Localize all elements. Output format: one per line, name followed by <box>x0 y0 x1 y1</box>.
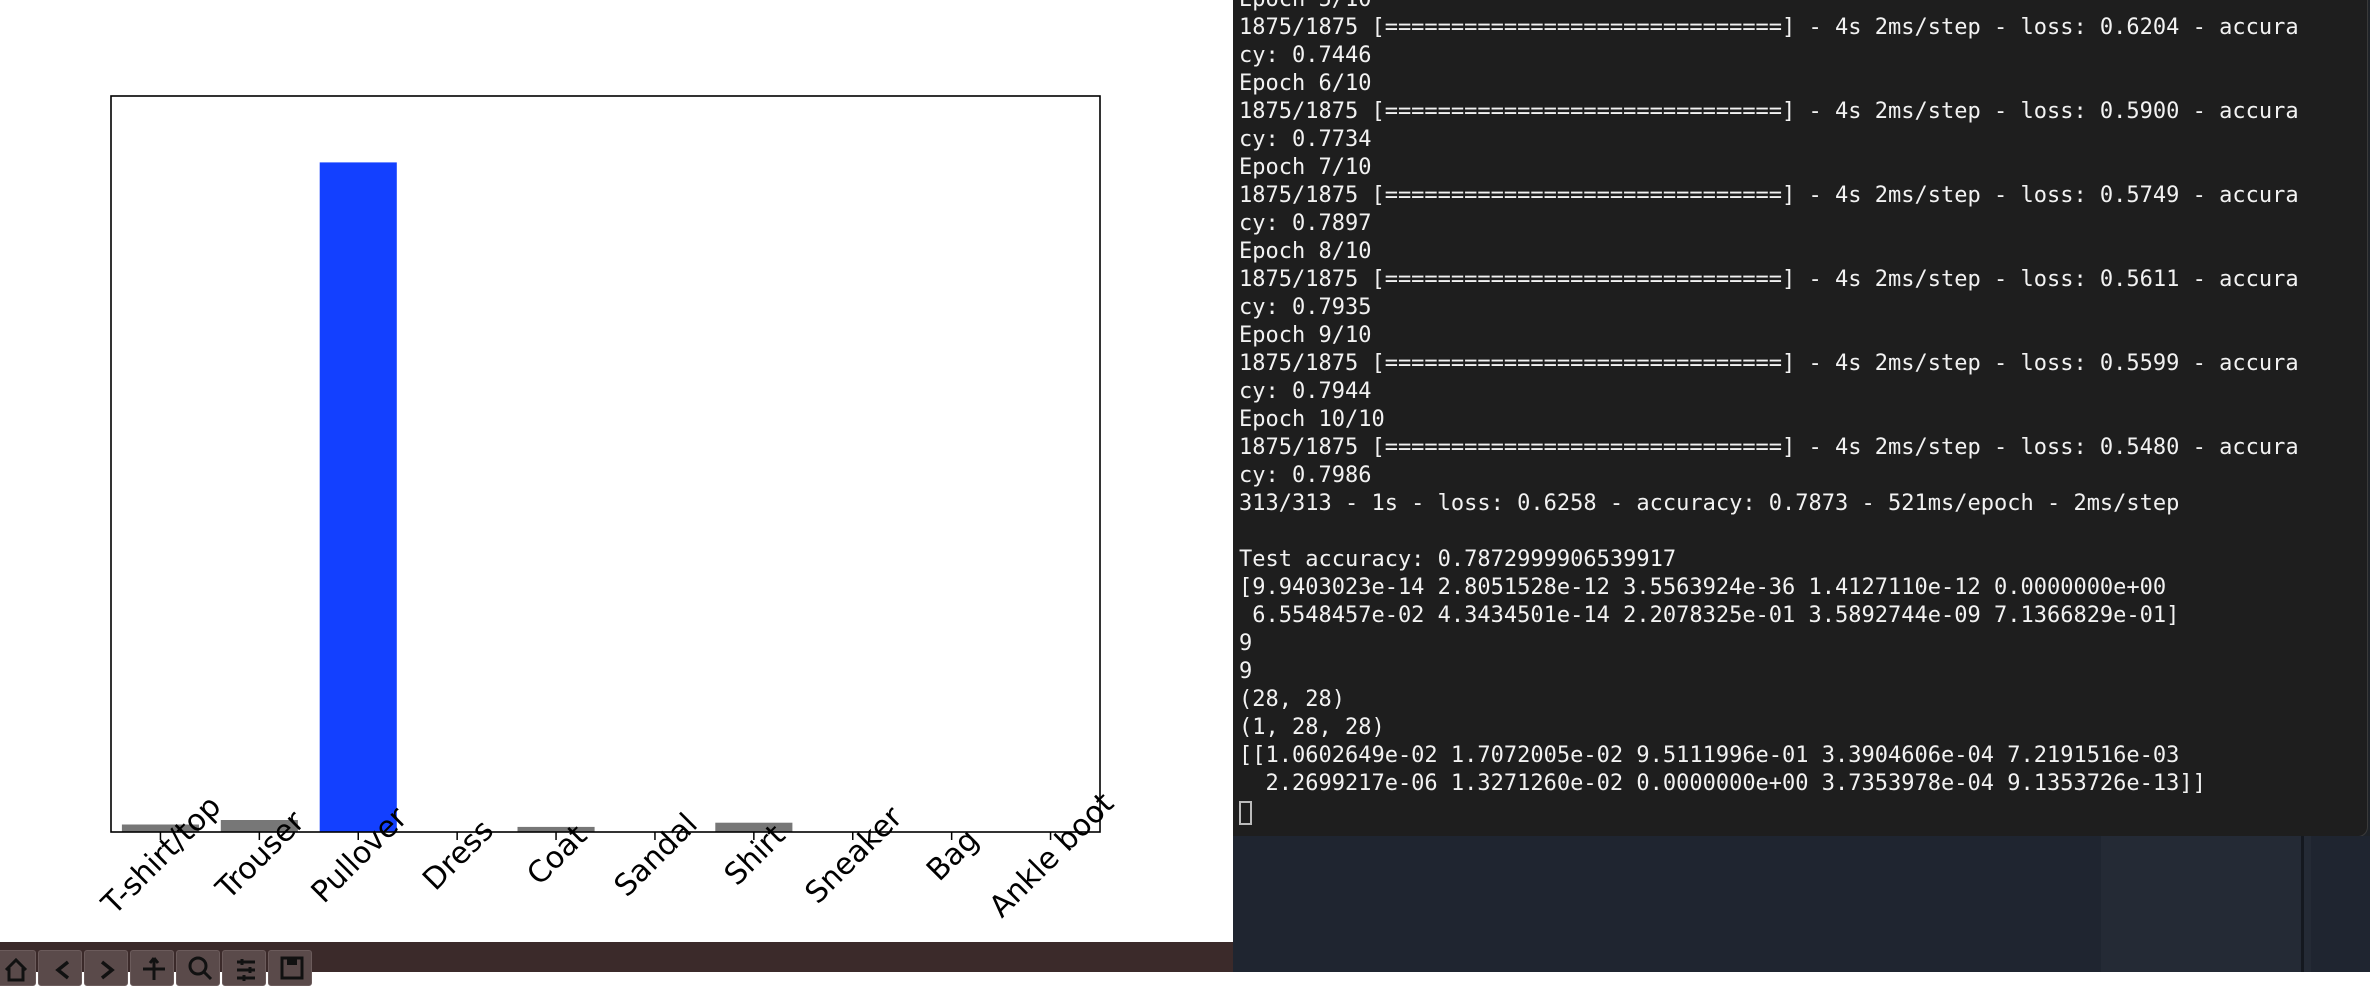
save-button[interactable] <box>268 950 312 986</box>
terminal-line: Epoch 7/10 <box>1239 154 2299 182</box>
terminal-line: cy: 0.7734 <box>1239 126 2299 154</box>
terminal-line: [9.9403023e-14 2.8051528e-12 3.5563924e-… <box>1239 574 2299 602</box>
terminal-line: [[1.0602649e-02 1.7072005e-02 9.5111996e… <box>1239 742 2299 770</box>
terminal-line <box>1239 518 2299 546</box>
configure-icon <box>232 954 260 982</box>
terminal-line: 1875/1875 [=============================… <box>1239 350 2299 378</box>
terminal-line: cy: 0.7986 <box>1239 462 2299 490</box>
terminal-line: 1875/1875 [=============================… <box>1239 98 2299 126</box>
terminal-line: cy: 0.7446 <box>1239 42 2299 70</box>
save-icon <box>278 954 306 982</box>
configure-button[interactable] <box>222 950 266 986</box>
back-arrow-button[interactable] <box>38 950 82 986</box>
terminal-line: (1, 28, 28) <box>1239 714 2299 742</box>
terminal-line: Epoch 9/10 <box>1239 322 2299 350</box>
terminal-line: cy: 0.7944 <box>1239 378 2299 406</box>
terminal-line: Test accuracy: 0.7872999906539917 <box>1239 546 2299 574</box>
zoom-button[interactable] <box>176 950 220 986</box>
back-arrow-icon <box>48 954 76 982</box>
background-window <box>2101 836 2311 972</box>
terminal-line: 9 <box>1239 658 2299 686</box>
terminal-area: Epoch 5/101875/1875 [===================… <box>1233 0 2370 972</box>
window-divider <box>2301 836 2304 972</box>
plot-area <box>111 96 1100 832</box>
terminal-line: Epoch 8/10 <box>1239 238 2299 266</box>
terminal-line: Epoch 5/10 <box>1239 0 2299 14</box>
terminal-line: 9 <box>1239 630 2299 658</box>
terminal-line: cy: 0.7935 <box>1239 294 2299 322</box>
home-icon <box>2 954 30 982</box>
home-button[interactable] <box>0 950 36 986</box>
terminal-line: 2.2699217e-06 1.3271260e-02 0.0000000e+0… <box>1239 770 2299 798</box>
terminal-line: 1875/1875 [=============================… <box>1239 266 2299 294</box>
terminal-window[interactable]: Epoch 5/101875/1875 [===================… <box>1233 0 2368 837</box>
terminal-line: (28, 28) <box>1239 686 2299 714</box>
terminal-line: cy: 0.7897 <box>1239 210 2299 238</box>
bar-chart: T-shirt/topTrouserPulloverDressCoatSanda… <box>0 0 1233 942</box>
terminal-line: 6.5548457e-02 4.3434501e-14 2.2078325e-0… <box>1239 602 2299 630</box>
terminal-line: 1875/1875 [=============================… <box>1239 434 2299 462</box>
terminal-line: Epoch 6/10 <box>1239 70 2299 98</box>
pan-button[interactable] <box>130 950 174 986</box>
terminal-line: 1875/1875 [=============================… <box>1239 182 2299 210</box>
terminal-prompt-line <box>1239 798 2299 826</box>
terminal-line: Epoch 10/10 <box>1239 406 2299 434</box>
terminal-line: 1875/1875 [=============================… <box>1239 14 2299 42</box>
figure-toolbar <box>0 942 1233 972</box>
forward-arrow-button[interactable] <box>84 950 128 986</box>
bar-2 <box>320 162 397 832</box>
terminal-line: 313/313 - 1s - loss: 0.6258 - accuracy: … <box>1239 490 2299 518</box>
terminal-cursor <box>1239 801 1252 825</box>
zoom-icon <box>186 954 214 982</box>
pan-icon <box>140 954 168 982</box>
matplotlib-figure: T-shirt/topTrouserPulloverDressCoatSanda… <box>0 0 1233 942</box>
forward-arrow-icon <box>94 954 122 982</box>
terminal-output: Epoch 5/101875/1875 [===================… <box>1239 0 2299 826</box>
